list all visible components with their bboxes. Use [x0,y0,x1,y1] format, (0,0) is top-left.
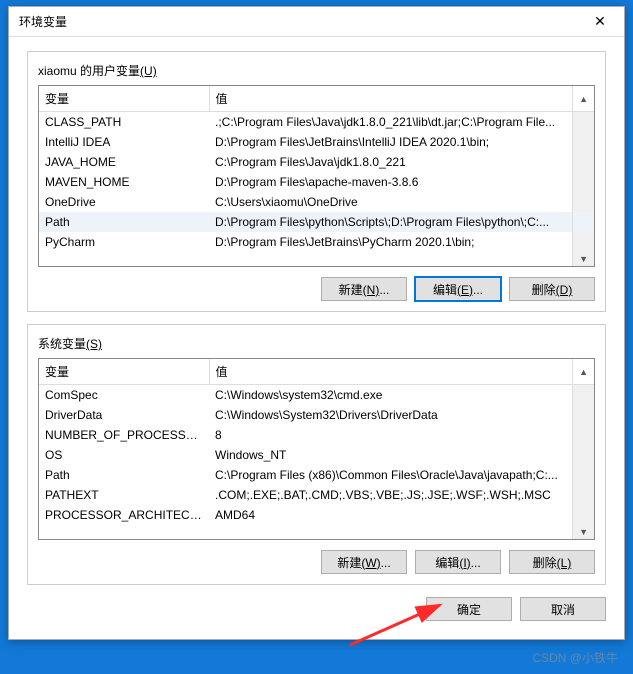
var-value: Windows_NT [209,445,573,465]
user-vars-group: xiaomu 的用户变量(U) 变量 值 ▲ CLASS_PATH.;C:\Pr… [27,51,606,312]
table-row[interactable]: ComSpecC:\Windows\system32\cmd.exe [39,385,594,406]
scroll-down-icon[interactable]: ▼ [573,252,594,266]
var-value: C:\Windows\System32\Drivers\DriverData [209,405,573,425]
user-edit-button[interactable]: 编辑(E)... [415,277,501,301]
close-icon: ✕ [594,13,606,30]
table-row[interactable]: PathD:\Program Files\python\Scripts\;D:\… [39,212,594,232]
var-value: C:\Program Files\Java\jdk1.8.0_221 [209,152,573,172]
var-name: ComSpec [39,385,209,406]
close-button[interactable]: ✕ [578,8,622,36]
var-value: C:\Program Files (x86)\Common Files\Orac… [209,465,573,485]
var-value: D:\Program Files\JetBrains\PyCharm 2020.… [209,232,573,252]
table-row[interactable]: OSWindows_NT [39,445,594,465]
dialog-content: xiaomu 的用户变量(U) 变量 值 ▲ CLASS_PATH.;C:\Pr… [9,37,624,639]
var-name: CLASS_PATH [39,112,209,133]
var-name: NUMBER_OF_PROCESSORS [39,425,209,445]
var-value: C:\Windows\system32\cmd.exe [209,385,573,406]
user-vars-buttons: 新建(N)... 编辑(E)... 删除(D) [38,277,595,301]
scroll-up-icon[interactable]: ▲ [573,86,594,112]
col-header-variable[interactable]: 变量 [39,359,209,385]
var-name: DriverData [39,405,209,425]
system-new-button[interactable]: 新建(W)... [321,550,407,574]
table-row[interactable]: IntelliJ IDEAD:\Program Files\JetBrains\… [39,132,594,152]
scroll-down-icon[interactable]: ▼ [573,525,594,539]
table-row[interactable]: JAVA_HOMEC:\Program Files\Java\jdk1.8.0_… [39,152,594,172]
scroll-up-icon[interactable]: ▲ [573,359,594,385]
var-name: IntelliJ IDEA [39,132,209,152]
col-header-value[interactable]: 值 [209,86,573,112]
var-value: .COM;.EXE;.BAT;.CMD;.VBS;.VBE;.JS;.JSE;.… [209,485,573,505]
system-vars-table[interactable]: 变量 值 ▲ ComSpecC:\Windows\system32\cmd.ex… [39,359,594,539]
user-vars-table-wrap: 变量 值 ▲ CLASS_PATH.;C:\Program Files\Java… [38,85,595,267]
var-name: MAVEN_HOME [39,172,209,192]
var-name: OS [39,445,209,465]
col-header-variable[interactable]: 变量 [39,86,209,112]
user-new-button[interactable]: 新建(N)... [321,277,407,301]
cancel-button[interactable]: 取消 [520,597,606,621]
system-vars-group: 系统变量(S) 变量 值 ▲ ComSpecC:\Windows\system3… [27,324,606,585]
user-vars-label: xiaomu 的用户变量(U) [34,62,161,79]
ok-button[interactable]: 确定 [426,597,512,621]
var-name: PATHEXT [39,485,209,505]
table-row[interactable]: PyCharmD:\Program Files\JetBrains\PyChar… [39,232,594,252]
col-header-value[interactable]: 值 [209,359,573,385]
user-delete-button[interactable]: 删除(D) [509,277,595,301]
var-name: PROCESSOR_ARCHITECT... [39,505,209,525]
env-vars-dialog: 环境变量 ✕ xiaomu 的用户变量(U) 变量 值 ▲ [8,6,625,640]
table-row[interactable]: OneDriveC:\Users\xiaomu\OneDrive [39,192,594,212]
var-name: JAVA_HOME [39,152,209,172]
system-vars-table-wrap: 变量 值 ▲ ComSpecC:\Windows\system32\cmd.ex… [38,358,595,540]
table-row[interactable]: NUMBER_OF_PROCESSORS8 [39,425,594,445]
system-delete-button[interactable]: 删除(L) [509,550,595,574]
titlebar: 环境变量 ✕ [9,7,624,37]
var-name: OneDrive [39,192,209,212]
system-edit-button[interactable]: 编辑(I)... [415,550,501,574]
var-value: AMD64 [209,505,573,525]
dialog-buttons: 确定 取消 [27,597,606,621]
var-name: Path [39,212,209,232]
table-row[interactable]: PROCESSOR_ARCHITECT...AMD64 [39,505,594,525]
table-row[interactable]: MAVEN_HOMED:\Program Files\apache-maven-… [39,172,594,192]
var-value: 8 [209,425,573,445]
window-title: 环境变量 [19,13,67,30]
var-value: .;C:\Program Files\Java\jdk1.8.0_221\lib… [209,112,573,133]
system-vars-label: 系统变量(S) [34,335,106,352]
system-vars-buttons: 新建(W)... 编辑(I)... 删除(L) [38,550,595,574]
table-row[interactable]: CLASS_PATH.;C:\Program Files\Java\jdk1.8… [39,112,594,133]
table-row[interactable]: DriverDataC:\Windows\System32\Drivers\Dr… [39,405,594,425]
var-name: Path [39,465,209,485]
table-row[interactable]: PathC:\Program Files (x86)\Common Files\… [39,465,594,485]
var-value: D:\Program Files\python\Scripts\;D:\Prog… [209,212,573,232]
user-vars-table[interactable]: 变量 值 ▲ CLASS_PATH.;C:\Program Files\Java… [39,86,594,266]
var-value: D:\Program Files\apache-maven-3.8.6 [209,172,573,192]
table-row[interactable]: PATHEXT.COM;.EXE;.BAT;.CMD;.VBS;.VBE;.JS… [39,485,594,505]
var-value: D:\Program Files\JetBrains\IntelliJ IDEA… [209,132,573,152]
var-name: PyCharm [39,232,209,252]
var-value: C:\Users\xiaomu\OneDrive [209,192,573,212]
watermark: CSDN @小铁牛 [532,649,618,666]
